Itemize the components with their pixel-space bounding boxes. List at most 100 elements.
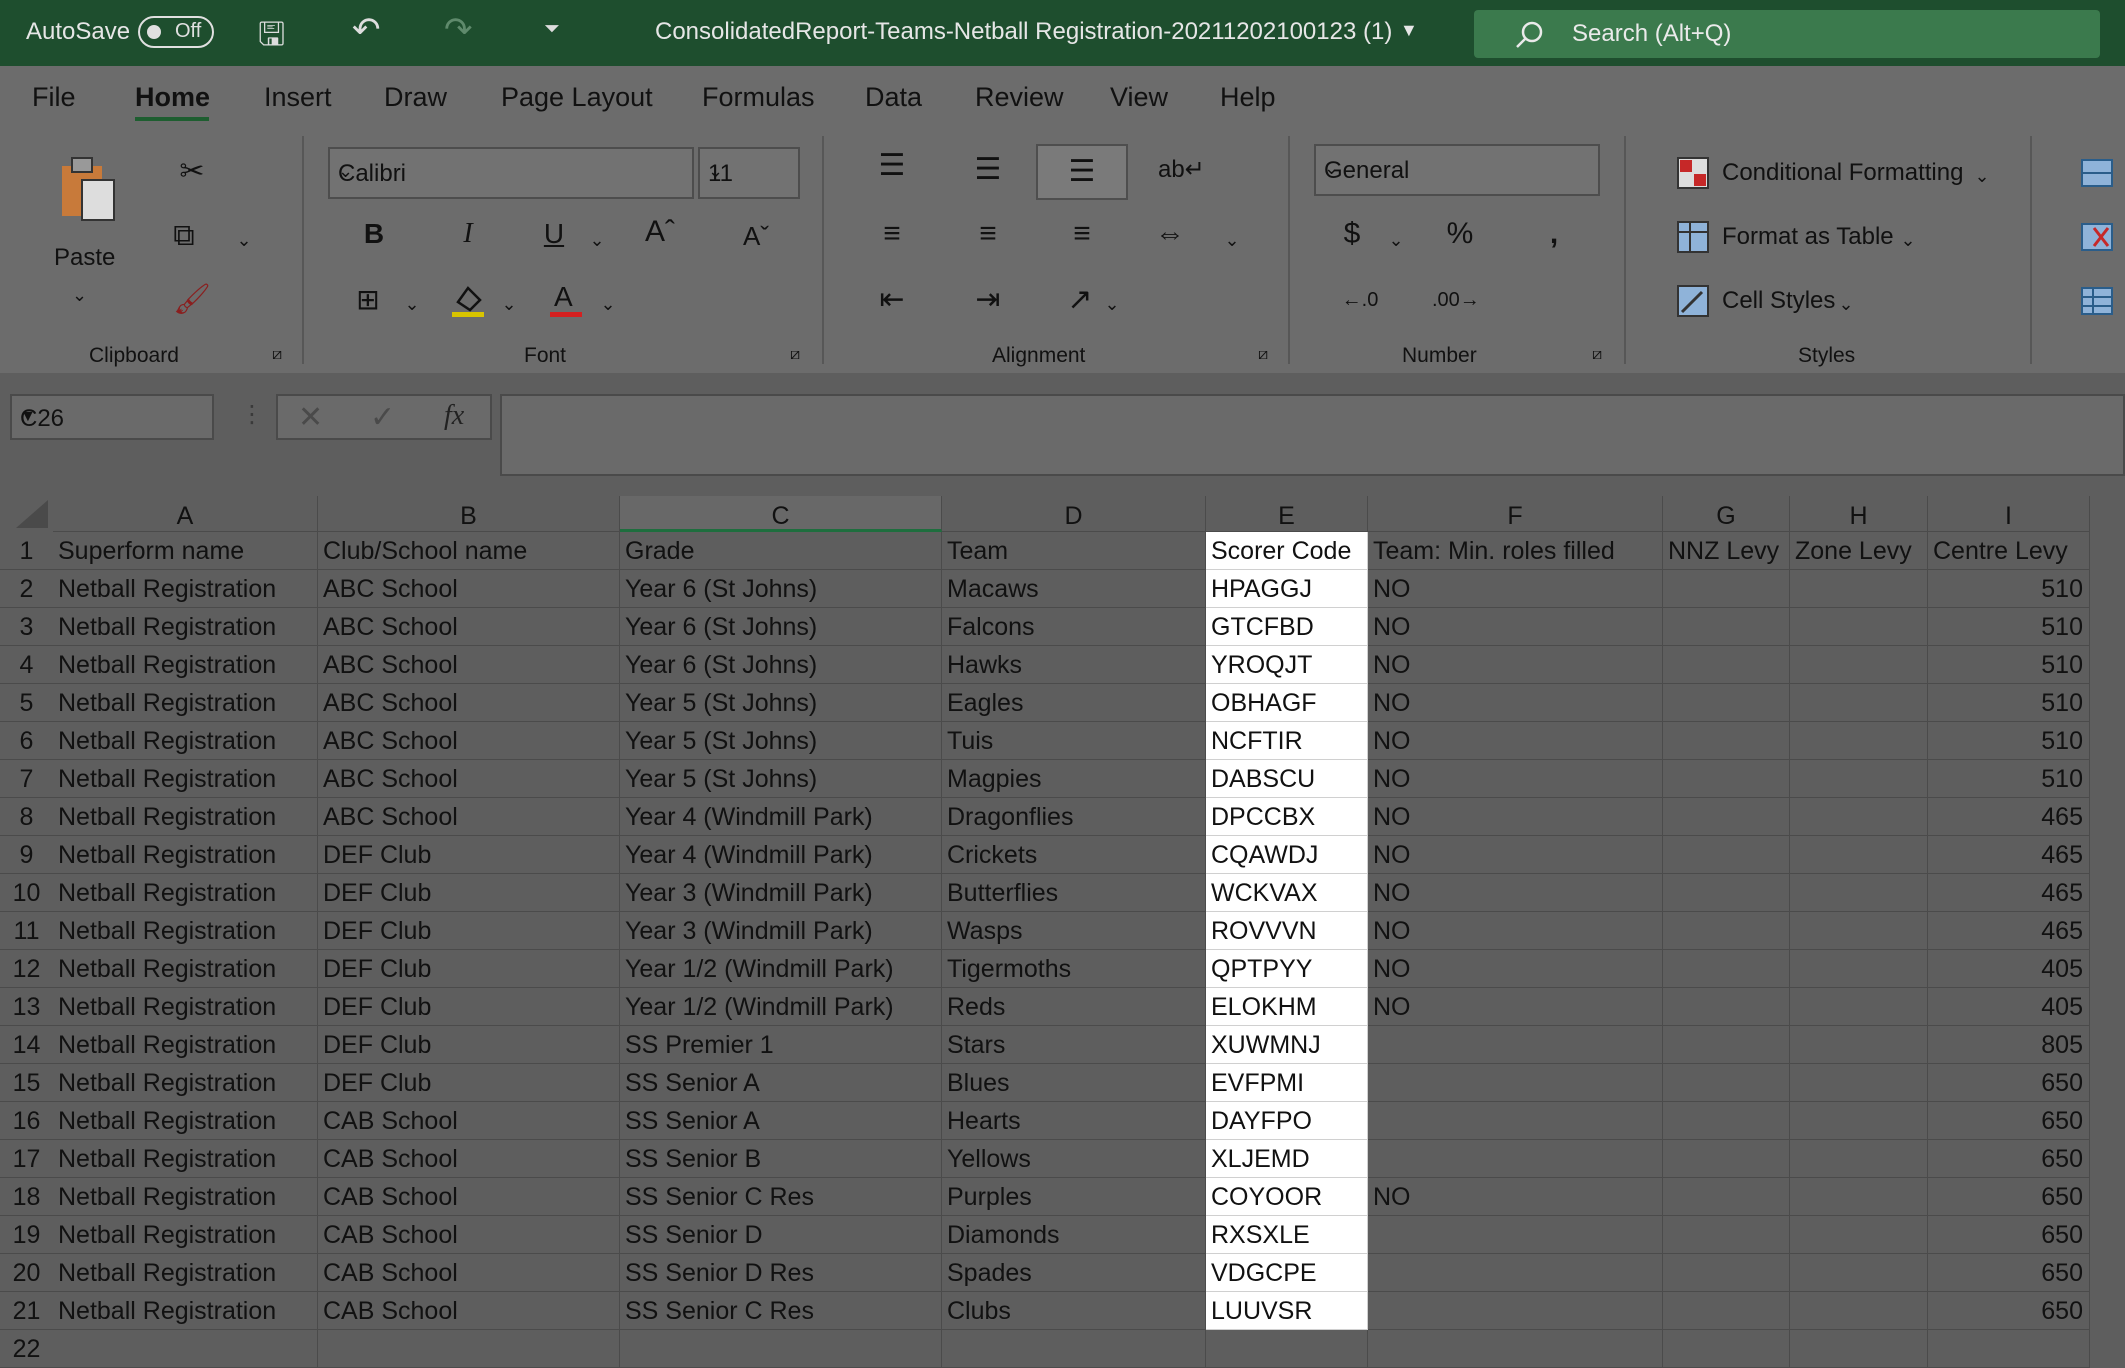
font-color-dropdown-icon[interactable]: ⌄: [596, 284, 620, 324]
table-cell[interactable]: Year 5 (St Johns): [620, 684, 942, 722]
column-header-e[interactable]: E: [1206, 496, 1368, 532]
tab-review[interactable]: Review: [975, 82, 1064, 113]
table-cell[interactable]: Netball Registration: [53, 1254, 318, 1292]
table-cell[interactable]: [1790, 722, 1928, 760]
table-cell[interactable]: Wasps: [942, 912, 1206, 950]
column-header-h[interactable]: H: [1790, 496, 1928, 532]
table-cell[interactable]: COYOOR: [1206, 1178, 1368, 1216]
table-cell[interactable]: Netball Registration: [53, 684, 318, 722]
table-cell[interactable]: NO: [1368, 608, 1663, 646]
more-options-icon[interactable]: ⋮: [240, 400, 264, 429]
table-cell[interactable]: [1790, 1254, 1928, 1292]
table-cell[interactable]: [1790, 836, 1928, 874]
table-cell[interactable]: ROVVVN: [1206, 912, 1368, 950]
tab-formulas[interactable]: Formulas: [702, 82, 815, 113]
table-cell[interactable]: Netball Registration: [53, 760, 318, 798]
table-cell[interactable]: Netball Registration: [53, 570, 318, 608]
table-cell[interactable]: Year 5 (St Johns): [620, 760, 942, 798]
increase-decimal-icon[interactable]: ←.0: [1338, 280, 1382, 320]
table-cell[interactable]: Year 4 (Windmill Park): [620, 836, 942, 874]
table-cell[interactable]: Year 5 (St Johns): [620, 722, 942, 760]
table-cell[interactable]: SS Premier 1: [620, 1026, 942, 1064]
fill-color-dropdown-icon[interactable]: ⌄: [497, 284, 521, 324]
row-header[interactable]: 16: [0, 1102, 53, 1140]
tab-page-layout[interactable]: Page Layout: [501, 82, 653, 113]
table-cell[interactable]: Netball Registration: [53, 608, 318, 646]
table-cell[interactable]: GTCFBD: [1206, 608, 1368, 646]
currency-dropdown-icon[interactable]: ⌄: [1384, 220, 1408, 260]
save-icon[interactable]: 🖫: [258, 12, 285, 66]
table-cell[interactable]: ABC School: [318, 684, 620, 722]
align-top-icon[interactable]: ☰: [872, 146, 912, 186]
table-cell[interactable]: DEF Club: [318, 1026, 620, 1064]
table-cell[interactable]: NCFTIR: [1206, 722, 1368, 760]
table-cell[interactable]: Falcons: [942, 608, 1206, 646]
name-box[interactable]: C26 ▼: [10, 394, 214, 440]
document-title[interactable]: ConsolidatedReport-Teams-Netball Registr…: [655, 18, 1392, 46]
table-cell[interactable]: [1790, 874, 1928, 912]
table-cell[interactable]: [1663, 760, 1790, 798]
row-header[interactable]: 17: [0, 1140, 53, 1178]
table-cell[interactable]: Hearts: [942, 1102, 1206, 1140]
insert-function-icon[interactable]: fx: [444, 400, 464, 432]
borders-icon[interactable]: ⊞: [348, 280, 388, 320]
table-cell[interactable]: Purples: [942, 1178, 1206, 1216]
table-cell[interactable]: [1663, 1102, 1790, 1140]
decrease-font-icon[interactable]: Aˇ: [736, 216, 776, 256]
table-cell[interactable]: Macaws: [942, 570, 1206, 608]
column-header-i[interactable]: I: [1928, 496, 2090, 532]
table-cell[interactable]: [1790, 988, 1928, 1026]
table-cell[interactable]: NO: [1368, 988, 1663, 1026]
row-header[interactable]: 6: [0, 722, 53, 760]
table-cell[interactable]: Netball Registration: [53, 912, 318, 950]
paste-button[interactable]: Paste: [54, 244, 115, 272]
table-cell[interactable]: NO: [1368, 798, 1663, 836]
table-cell[interactable]: Clubs: [942, 1292, 1206, 1330]
table-cell[interactable]: Reds: [942, 988, 1206, 1026]
chevron-down-icon[interactable]: ⌄: [1970, 156, 1994, 196]
table-cell[interactable]: 805: [1928, 1026, 2090, 1064]
customize-qat-icon[interactable]: ⏷: [544, 18, 560, 41]
table-cell[interactable]: [1790, 1292, 1928, 1330]
enter-icon[interactable]: ✓: [370, 400, 395, 435]
table-cell[interactable]: 650: [1928, 1102, 2090, 1140]
tab-home[interactable]: Home: [135, 82, 210, 113]
delete-cells-icon[interactable]: [2080, 220, 2114, 254]
table-cell[interactable]: [942, 1330, 1206, 1368]
table-cell[interactable]: [1663, 1178, 1790, 1216]
column-header-g[interactable]: G: [1663, 496, 1790, 532]
table-cell[interactable]: NO: [1368, 722, 1663, 760]
format-cells-icon[interactable]: [2080, 284, 2114, 318]
table-cell[interactable]: [1663, 912, 1790, 950]
row-header[interactable]: 21: [0, 1292, 53, 1330]
table-cell[interactable]: [1790, 1140, 1928, 1178]
header-cell[interactable]: Zone Levy: [1790, 532, 1928, 570]
tab-insert[interactable]: Insert: [264, 82, 332, 113]
row-header[interactable]: 11: [0, 912, 53, 950]
table-cell[interactable]: SS Senior D: [620, 1216, 942, 1254]
table-cell[interactable]: NO: [1368, 646, 1663, 684]
italic-icon[interactable]: I: [448, 214, 488, 254]
table-cell[interactable]: Diamonds: [942, 1216, 1206, 1254]
conditional-formatting-button[interactable]: Conditional Formatting: [1722, 159, 1963, 187]
font-size-select[interactable]: 11 ⌄: [698, 147, 800, 199]
table-cell[interactable]: EVFPMI: [1206, 1064, 1368, 1102]
table-cell[interactable]: 510: [1928, 570, 2090, 608]
table-cell[interactable]: [1663, 1140, 1790, 1178]
table-cell[interactable]: [1790, 1026, 1928, 1064]
table-cell[interactable]: ABC School: [318, 608, 620, 646]
table-cell[interactable]: HPAGGJ: [1206, 570, 1368, 608]
row-header[interactable]: 4: [0, 646, 53, 684]
table-cell[interactable]: XUWMNJ: [1206, 1026, 1368, 1064]
row-header[interactable]: 20: [0, 1254, 53, 1292]
table-cell[interactable]: [1368, 1254, 1663, 1292]
table-cell[interactable]: WCKVAX: [1206, 874, 1368, 912]
table-cell[interactable]: [318, 1330, 620, 1368]
table-cell[interactable]: 650: [1928, 1292, 2090, 1330]
table-cell[interactable]: Netball Registration: [53, 1178, 318, 1216]
table-cell[interactable]: NO: [1368, 912, 1663, 950]
table-cell[interactable]: Year 1/2 (Windmill Park): [620, 950, 942, 988]
table-cell[interactable]: [1663, 1064, 1790, 1102]
table-cell[interactable]: 650: [1928, 1216, 2090, 1254]
row-header[interactable]: 3: [0, 608, 53, 646]
